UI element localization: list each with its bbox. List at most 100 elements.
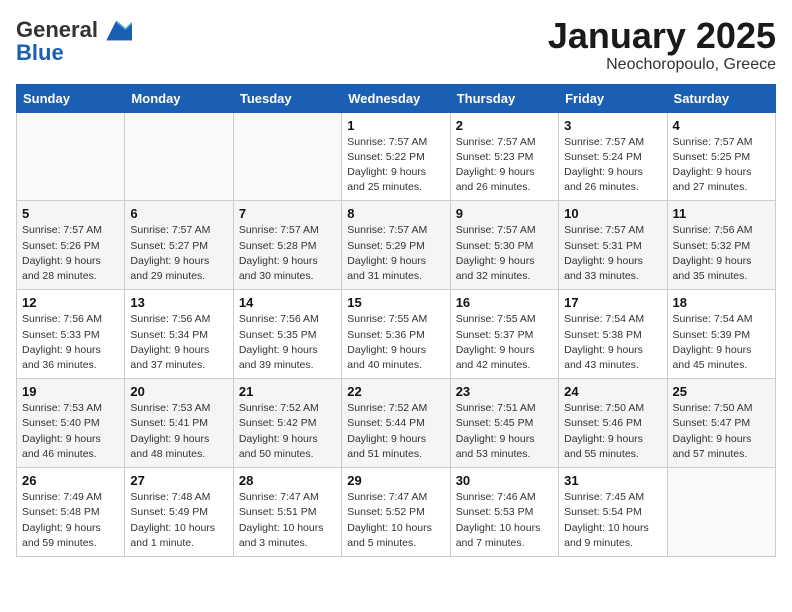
day-info: Sunrise: 7:49 AM Sunset: 5:48 PM Dayligh…: [22, 490, 119, 551]
location-text: Neochoropoulo, Greece: [548, 56, 776, 74]
day-number: 22: [347, 384, 444, 399]
day-number: 27: [130, 473, 227, 488]
week-row-3: 12Sunrise: 7:56 AM Sunset: 5:33 PM Dayli…: [17, 290, 776, 379]
day-info: Sunrise: 7:53 AM Sunset: 5:41 PM Dayligh…: [130, 401, 227, 462]
day-number: 1: [347, 118, 444, 133]
day-info: Sunrise: 7:57 AM Sunset: 5:22 PM Dayligh…: [347, 135, 444, 196]
day-info: Sunrise: 7:47 AM Sunset: 5:51 PM Dayligh…: [239, 490, 336, 551]
day-number: 14: [239, 295, 336, 310]
day-info: Sunrise: 7:48 AM Sunset: 5:49 PM Dayligh…: [130, 490, 227, 551]
day-info: Sunrise: 7:54 AM Sunset: 5:38 PM Dayligh…: [564, 312, 661, 373]
weekday-header-thursday: Thursday: [450, 84, 558, 112]
day-number: 28: [239, 473, 336, 488]
day-info: Sunrise: 7:56 AM Sunset: 5:33 PM Dayligh…: [22, 312, 119, 373]
day-info: Sunrise: 7:56 AM Sunset: 5:32 PM Dayligh…: [673, 223, 770, 284]
day-cell: 13 Sunrise: 7:56 AM Sunset: 5:34 PM Dayli…: [125, 290, 233, 379]
weekday-header-saturday: Saturday: [667, 84, 775, 112]
day-cell: [233, 112, 341, 201]
day-cell: 20 Sunrise: 7:53 AM Sunset: 5:41 PM Dayli…: [125, 379, 233, 468]
day-cell: 23 Sunrise: 7:51 AM Sunset: 5:45 PM Dayli…: [450, 379, 558, 468]
day-info: Sunrise: 7:57 AM Sunset: 5:26 PM Dayligh…: [22, 223, 119, 284]
calendar-table: SundayMondayTuesdayWednesdayThursdayFrid…: [16, 84, 776, 557]
day-info: Sunrise: 7:56 AM Sunset: 5:35 PM Dayligh…: [239, 312, 336, 373]
day-number: 6: [130, 206, 227, 221]
day-cell: 5 Sunrise: 7:57 AM Sunset: 5:26 PM Daylig…: [17, 201, 125, 290]
day-cell: 19 Sunrise: 7:53 AM Sunset: 5:40 PM Dayli…: [17, 379, 125, 468]
day-info: Sunrise: 7:53 AM Sunset: 5:40 PM Dayligh…: [22, 401, 119, 462]
day-cell: 30Sunrise: 7:46 AM Sunset: 5:53 PM Dayli…: [450, 468, 558, 557]
day-info: Sunrise: 7:57 AM Sunset: 5:30 PM Dayligh…: [456, 223, 553, 284]
day-number: 11: [673, 206, 770, 221]
weekday-header-tuesday: Tuesday: [233, 84, 341, 112]
logo-icon: [100, 16, 132, 44]
day-info: Sunrise: 7:57 AM Sunset: 5:23 PM Dayligh…: [456, 135, 553, 196]
day-info: Sunrise: 7:57 AM Sunset: 5:29 PM Dayligh…: [347, 223, 444, 284]
page-header: General Blue January 2025 Neochoropoulo,…: [16, 16, 776, 74]
week-row-5: 26 Sunrise: 7:49 AM Sunset: 5:48 PM Dayli…: [17, 468, 776, 557]
day-info: Sunrise: 7:47 AM Sunset: 5:52 PM Dayligh…: [347, 490, 444, 551]
day-info: Sunrise: 7:57 AM Sunset: 5:24 PM Dayligh…: [564, 135, 661, 196]
day-info: Sunrise: 7:51 AM Sunset: 5:45 PM Dayligh…: [456, 401, 553, 462]
day-cell: 26 Sunrise: 7:49 AM Sunset: 5:48 PM Dayli…: [17, 468, 125, 557]
weekday-header-friday: Friday: [559, 84, 667, 112]
day-number: 13: [130, 295, 227, 310]
day-info: Sunrise: 7:56 AM Sunset: 5:34 PM Dayligh…: [130, 312, 227, 373]
day-cell: 15 Sunrise: 7:55 AM Sunset: 5:36 PM Dayli…: [342, 290, 450, 379]
weekday-header-sunday: Sunday: [17, 84, 125, 112]
day-info: Sunrise: 7:50 AM Sunset: 5:47 PM Dayligh…: [673, 401, 770, 462]
day-number: 17: [564, 295, 661, 310]
day-number: 18: [673, 295, 770, 310]
day-cell: 11 Sunrise: 7:56 AM Sunset: 5:32 PM Dayli…: [667, 201, 775, 290]
weekday-header-monday: Monday: [125, 84, 233, 112]
day-cell: 24Sunrise: 7:50 AM Sunset: 5:46 PM Dayli…: [559, 379, 667, 468]
day-info: Sunrise: 7:57 AM Sunset: 5:31 PM Dayligh…: [564, 223, 661, 284]
day-info: Sunrise: 7:52 AM Sunset: 5:44 PM Dayligh…: [347, 401, 444, 462]
day-info: Sunrise: 7:54 AM Sunset: 5:39 PM Dayligh…: [673, 312, 770, 373]
day-number: 20: [130, 384, 227, 399]
week-row-4: 19 Sunrise: 7:53 AM Sunset: 5:40 PM Dayli…: [17, 379, 776, 468]
day-cell: 21 Sunrise: 7:52 AM Sunset: 5:42 PM Dayli…: [233, 379, 341, 468]
day-number: 21: [239, 384, 336, 399]
day-info: Sunrise: 7:46 AM Sunset: 5:53 PM Dayligh…: [456, 490, 553, 551]
day-number: 5: [22, 206, 119, 221]
weekday-header-wednesday: Wednesday: [342, 84, 450, 112]
day-number: 16: [456, 295, 553, 310]
day-cell: [125, 112, 233, 201]
day-number: 2: [456, 118, 553, 133]
day-number: 26: [22, 473, 119, 488]
week-row-2: 5 Sunrise: 7:57 AM Sunset: 5:26 PM Daylig…: [17, 201, 776, 290]
day-info: Sunrise: 7:57 AM Sunset: 5:28 PM Dayligh…: [239, 223, 336, 284]
day-cell: 27 Sunrise: 7:48 AM Sunset: 5:49 PM Dayli…: [125, 468, 233, 557]
day-number: 31: [564, 473, 661, 488]
day-number: 4: [673, 118, 770, 133]
day-cell: [17, 112, 125, 201]
day-cell: 25Sunrise: 7:50 AM Sunset: 5:47 PM Dayli…: [667, 379, 775, 468]
day-cell: 10 Sunrise: 7:57 AM Sunset: 5:31 PM Dayli…: [559, 201, 667, 290]
day-number: 19: [22, 384, 119, 399]
day-cell: 29Sunrise: 7:47 AM Sunset: 5:52 PM Dayli…: [342, 468, 450, 557]
day-info: Sunrise: 7:52 AM Sunset: 5:42 PM Dayligh…: [239, 401, 336, 462]
day-cell: 8Sunrise: 7:57 AM Sunset: 5:29 PM Daylig…: [342, 201, 450, 290]
logo-blue-text: Blue: [16, 40, 64, 66]
day-cell: 7Sunrise: 7:57 AM Sunset: 5:28 PM Daylig…: [233, 201, 341, 290]
day-cell: 31Sunrise: 7:45 AM Sunset: 5:54 PM Dayli…: [559, 468, 667, 557]
day-info: Sunrise: 7:57 AM Sunset: 5:27 PM Dayligh…: [130, 223, 227, 284]
day-cell: 3Sunrise: 7:57 AM Sunset: 5:24 PM Daylig…: [559, 112, 667, 201]
day-cell: 18 Sunrise: 7:54 AM Sunset: 5:39 PM Dayli…: [667, 290, 775, 379]
day-cell: 6 Sunrise: 7:57 AM Sunset: 5:27 PM Daylig…: [125, 201, 233, 290]
month-title: January 2025: [548, 16, 776, 56]
day-cell: 4Sunrise: 7:57 AM Sunset: 5:25 PM Daylig…: [667, 112, 775, 201]
day-cell: 12Sunrise: 7:56 AM Sunset: 5:33 PM Dayli…: [17, 290, 125, 379]
day-cell: 16 Sunrise: 7:55 AM Sunset: 5:37 PM Dayli…: [450, 290, 558, 379]
day-cell: 22 Sunrise: 7:52 AM Sunset: 5:44 PM Dayli…: [342, 379, 450, 468]
day-number: 15: [347, 295, 444, 310]
day-number: 10: [564, 206, 661, 221]
day-info: Sunrise: 7:55 AM Sunset: 5:36 PM Dayligh…: [347, 312, 444, 373]
day-number: 24: [564, 384, 661, 399]
day-cell: 1 Sunrise: 7:57 AM Sunset: 5:22 PM Daylig…: [342, 112, 450, 201]
day-number: 23: [456, 384, 553, 399]
day-info: Sunrise: 7:55 AM Sunset: 5:37 PM Dayligh…: [456, 312, 553, 373]
day-number: 9: [456, 206, 553, 221]
week-row-1: 1 Sunrise: 7:57 AM Sunset: 5:22 PM Daylig…: [17, 112, 776, 201]
day-cell: 9 Sunrise: 7:57 AM Sunset: 5:30 PM Daylig…: [450, 201, 558, 290]
